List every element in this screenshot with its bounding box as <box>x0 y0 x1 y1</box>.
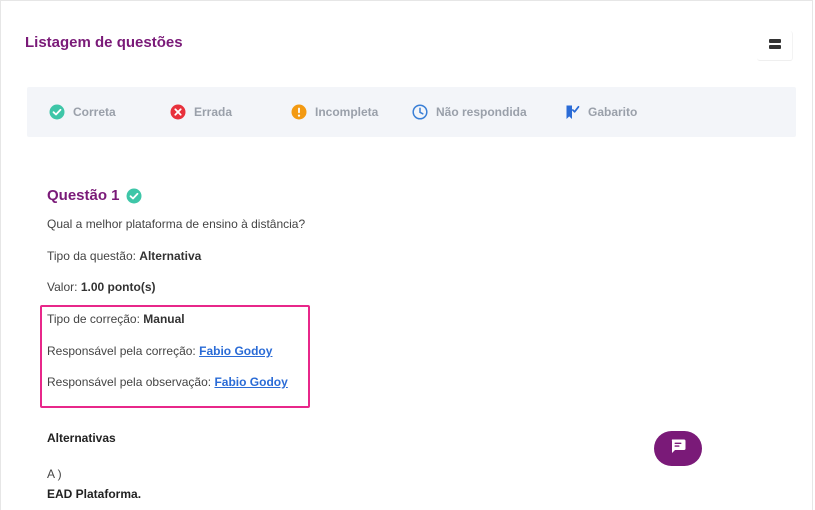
legend-item-errada: Errada <box>170 87 232 137</box>
list-icon <box>768 37 781 55</box>
corrector-label: Responsável pela correção: <box>47 344 196 358</box>
question-type-label: Tipo da questão: <box>47 249 136 263</box>
legend-label: Errada <box>194 105 233 119</box>
question-type-value: Alternativa <box>139 249 202 263</box>
menu-button[interactable] <box>757 31 793 61</box>
correction-type: Tipo de correção: Manual <box>47 312 185 326</box>
page-title: Listagem de questões <box>25 34 183 51</box>
corrector-link[interactable]: Fabio Godoy <box>199 344 272 358</box>
legend-item-nao-respondida: Não respondida <box>412 87 527 137</box>
observer-label: Responsável pela observação: <box>47 375 212 389</box>
alternative-letter: A ) <box>47 467 62 481</box>
chat-button[interactable] <box>654 431 702 466</box>
check-circle-icon <box>126 188 142 204</box>
status-legend: Correta Errada Incompleta Não respondida… <box>27 87 796 137</box>
check-circle-icon <box>49 104 65 120</box>
observer-link[interactable]: Fabio Godoy <box>214 375 287 389</box>
correction-type-value: Manual <box>143 312 185 326</box>
observer: Responsável pela observação: Fabio Godoy <box>47 375 288 389</box>
legend-label: Gabarito <box>588 105 638 119</box>
bookmark-check-icon <box>564 104 580 120</box>
question-title-text: Questão 1 <box>47 187 120 204</box>
exclamation-circle-icon <box>291 104 307 120</box>
clock-icon <box>412 104 428 120</box>
legend-label: Correta <box>73 105 116 119</box>
correction-type-label: Tipo de correção: <box>47 312 140 326</box>
legend-item-correta: Correta <box>49 87 116 137</box>
question-title: Questão 1 <box>47 187 142 204</box>
x-circle-icon <box>170 104 186 120</box>
question-value-label: Valor: <box>47 280 78 294</box>
chat-icon <box>670 438 686 459</box>
question-list-page: Listagem de questões Correta Errada Inco… <box>0 0 813 510</box>
question-text: Qual a melhor plataforma de ensino à dis… <box>47 217 306 231</box>
legend-item-gabarito: Gabarito <box>564 87 637 137</box>
question-type: Tipo da questão: Alternativa <box>47 249 201 263</box>
alternatives-title: Alternativas <box>47 431 116 445</box>
legend-label: Não respondida <box>436 105 527 119</box>
question-value: Valor: 1.00 ponto(s) <box>47 280 155 294</box>
alternative-text: EAD Plataforma. <box>47 487 142 501</box>
legend-item-incompleta: Incompleta <box>291 87 378 137</box>
corrector: Responsável pela correção: Fabio Godoy <box>47 344 272 358</box>
legend-label: Incompleta <box>315 105 379 119</box>
question-value-amount: 1.00 ponto(s) <box>80 280 156 294</box>
